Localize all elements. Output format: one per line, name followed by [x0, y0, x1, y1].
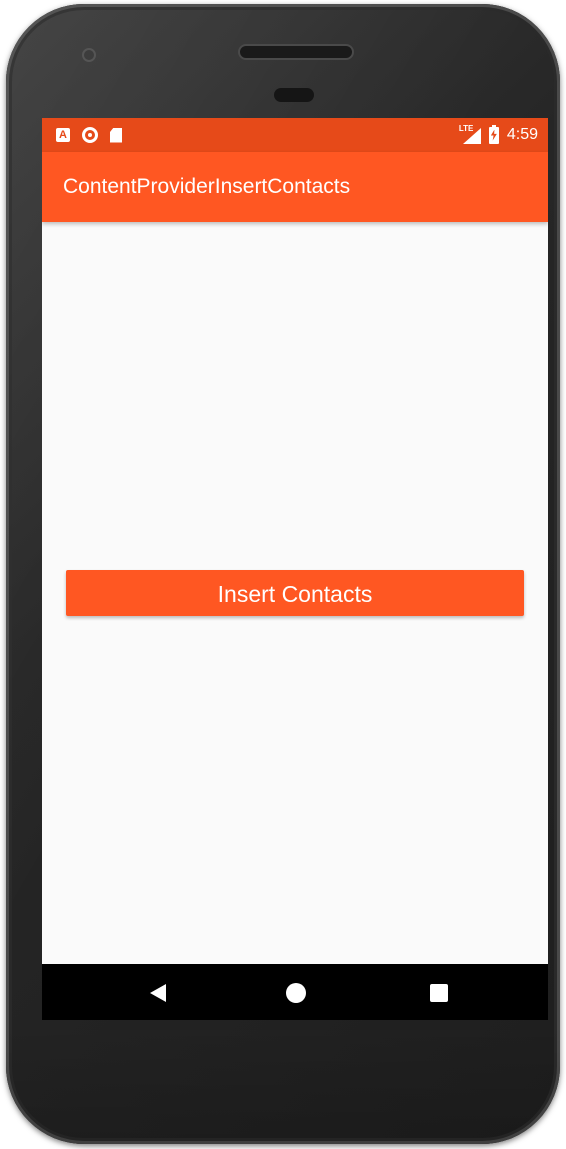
- system-icons: LTE 4:59: [459, 124, 538, 144]
- earpiece-speaker: [238, 44, 354, 60]
- proximity-sensor: [274, 88, 314, 102]
- back-icon[interactable]: [150, 984, 166, 1002]
- device-screen: A LTE 4:59 ContentProviderInsertContacts…: [42, 118, 548, 1020]
- sd-card-icon: [110, 127, 122, 143]
- signal-icon: LTE: [459, 124, 481, 144]
- home-icon[interactable]: [286, 983, 306, 1003]
- status-bar: A LTE 4:59: [42, 118, 548, 152]
- phone-chin: [6, 1024, 560, 1144]
- status-clock: 4:59: [506, 126, 538, 143]
- signal-strength-icon: [462, 128, 481, 144]
- recents-icon[interactable]: [430, 984, 448, 1002]
- bolt-icon: [490, 129, 497, 141]
- battery-charging-icon: [488, 124, 499, 144]
- notification-icons: A: [56, 127, 122, 143]
- insert-contacts-button[interactable]: Insert Contacts: [66, 570, 524, 616]
- app-title: ContentProviderInsertContacts: [63, 175, 351, 198]
- navigation-bar: [42, 964, 548, 1020]
- record-icon: [82, 127, 98, 143]
- a-icon: A: [56, 128, 70, 142]
- front-camera: [82, 48, 96, 62]
- phone-frame: A LTE 4:59 ContentProviderInsertContacts…: [6, 4, 560, 1144]
- app-bar: ContentProviderInsertContacts: [42, 152, 548, 222]
